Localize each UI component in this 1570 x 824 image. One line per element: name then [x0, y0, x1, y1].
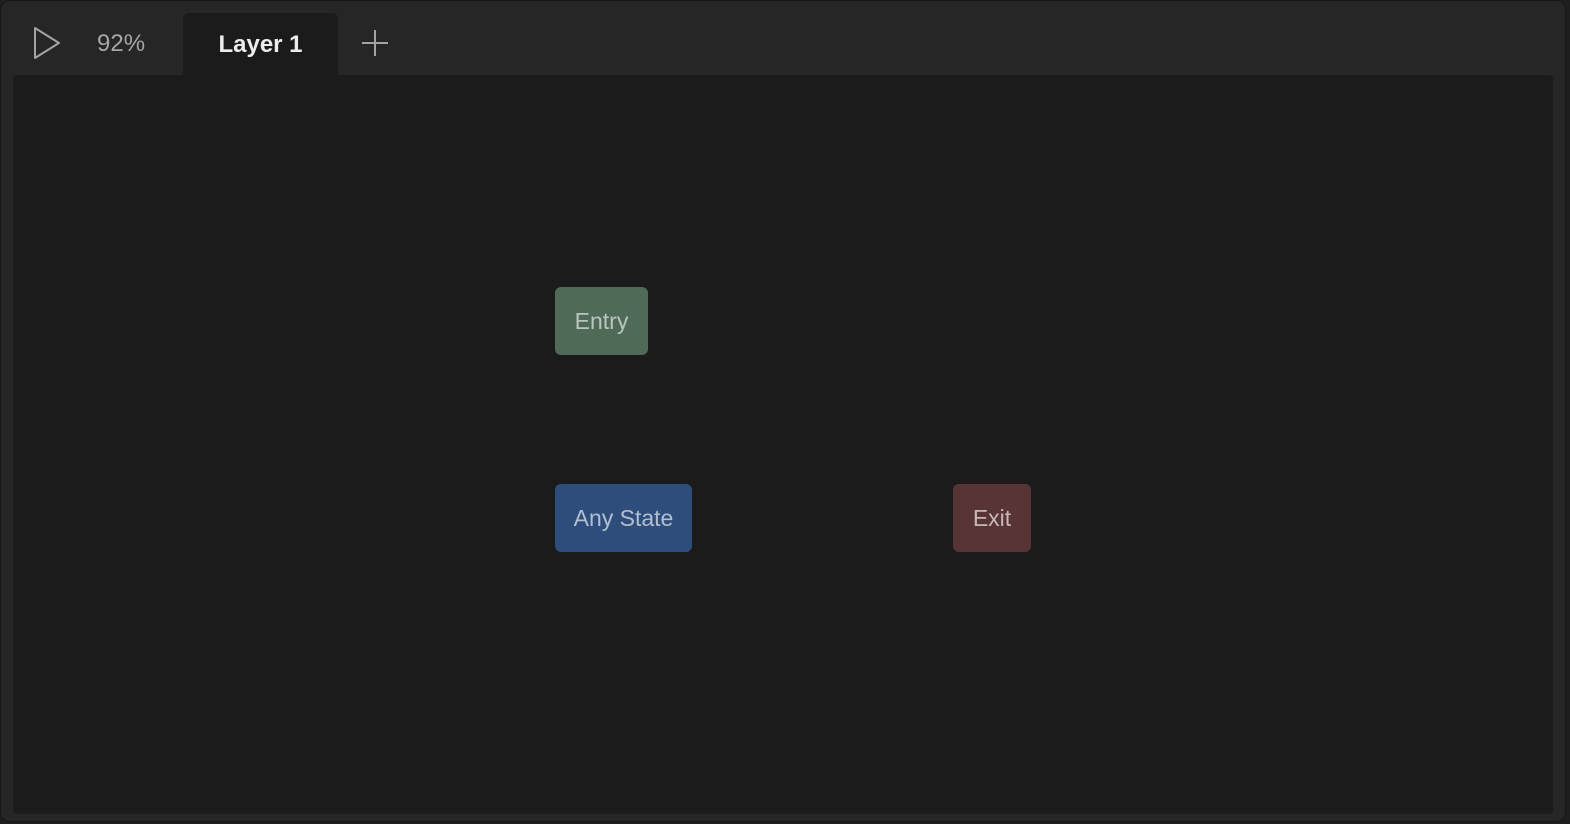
play-button[interactable]	[23, 19, 71, 67]
tab-label: Layer 1	[218, 31, 303, 58]
toolbar: 92% Layer 1	[1, 1, 1565, 75]
plus-icon	[362, 30, 388, 56]
tab-layer-1[interactable]: Layer 1	[183, 13, 338, 75]
exit-node[interactable]: Exit	[953, 484, 1031, 552]
any-state-node-label: Any State	[573, 504, 674, 531]
entry-node[interactable]: Entry	[555, 287, 648, 355]
any-state-node[interactable]: Any State	[555, 484, 692, 552]
exit-node-label: Exit	[972, 504, 1012, 531]
entry-node-label: Entry	[574, 307, 629, 334]
state-graph-canvas[interactable]: Entry Any State Exit	[13, 75, 1553, 814]
play-icon	[34, 27, 60, 59]
zoom-level[interactable]: 92%	[97, 28, 145, 60]
animator-window: 92% Layer 1 Entry Any State Exit	[0, 0, 1566, 822]
add-tab-button[interactable]	[355, 23, 395, 63]
